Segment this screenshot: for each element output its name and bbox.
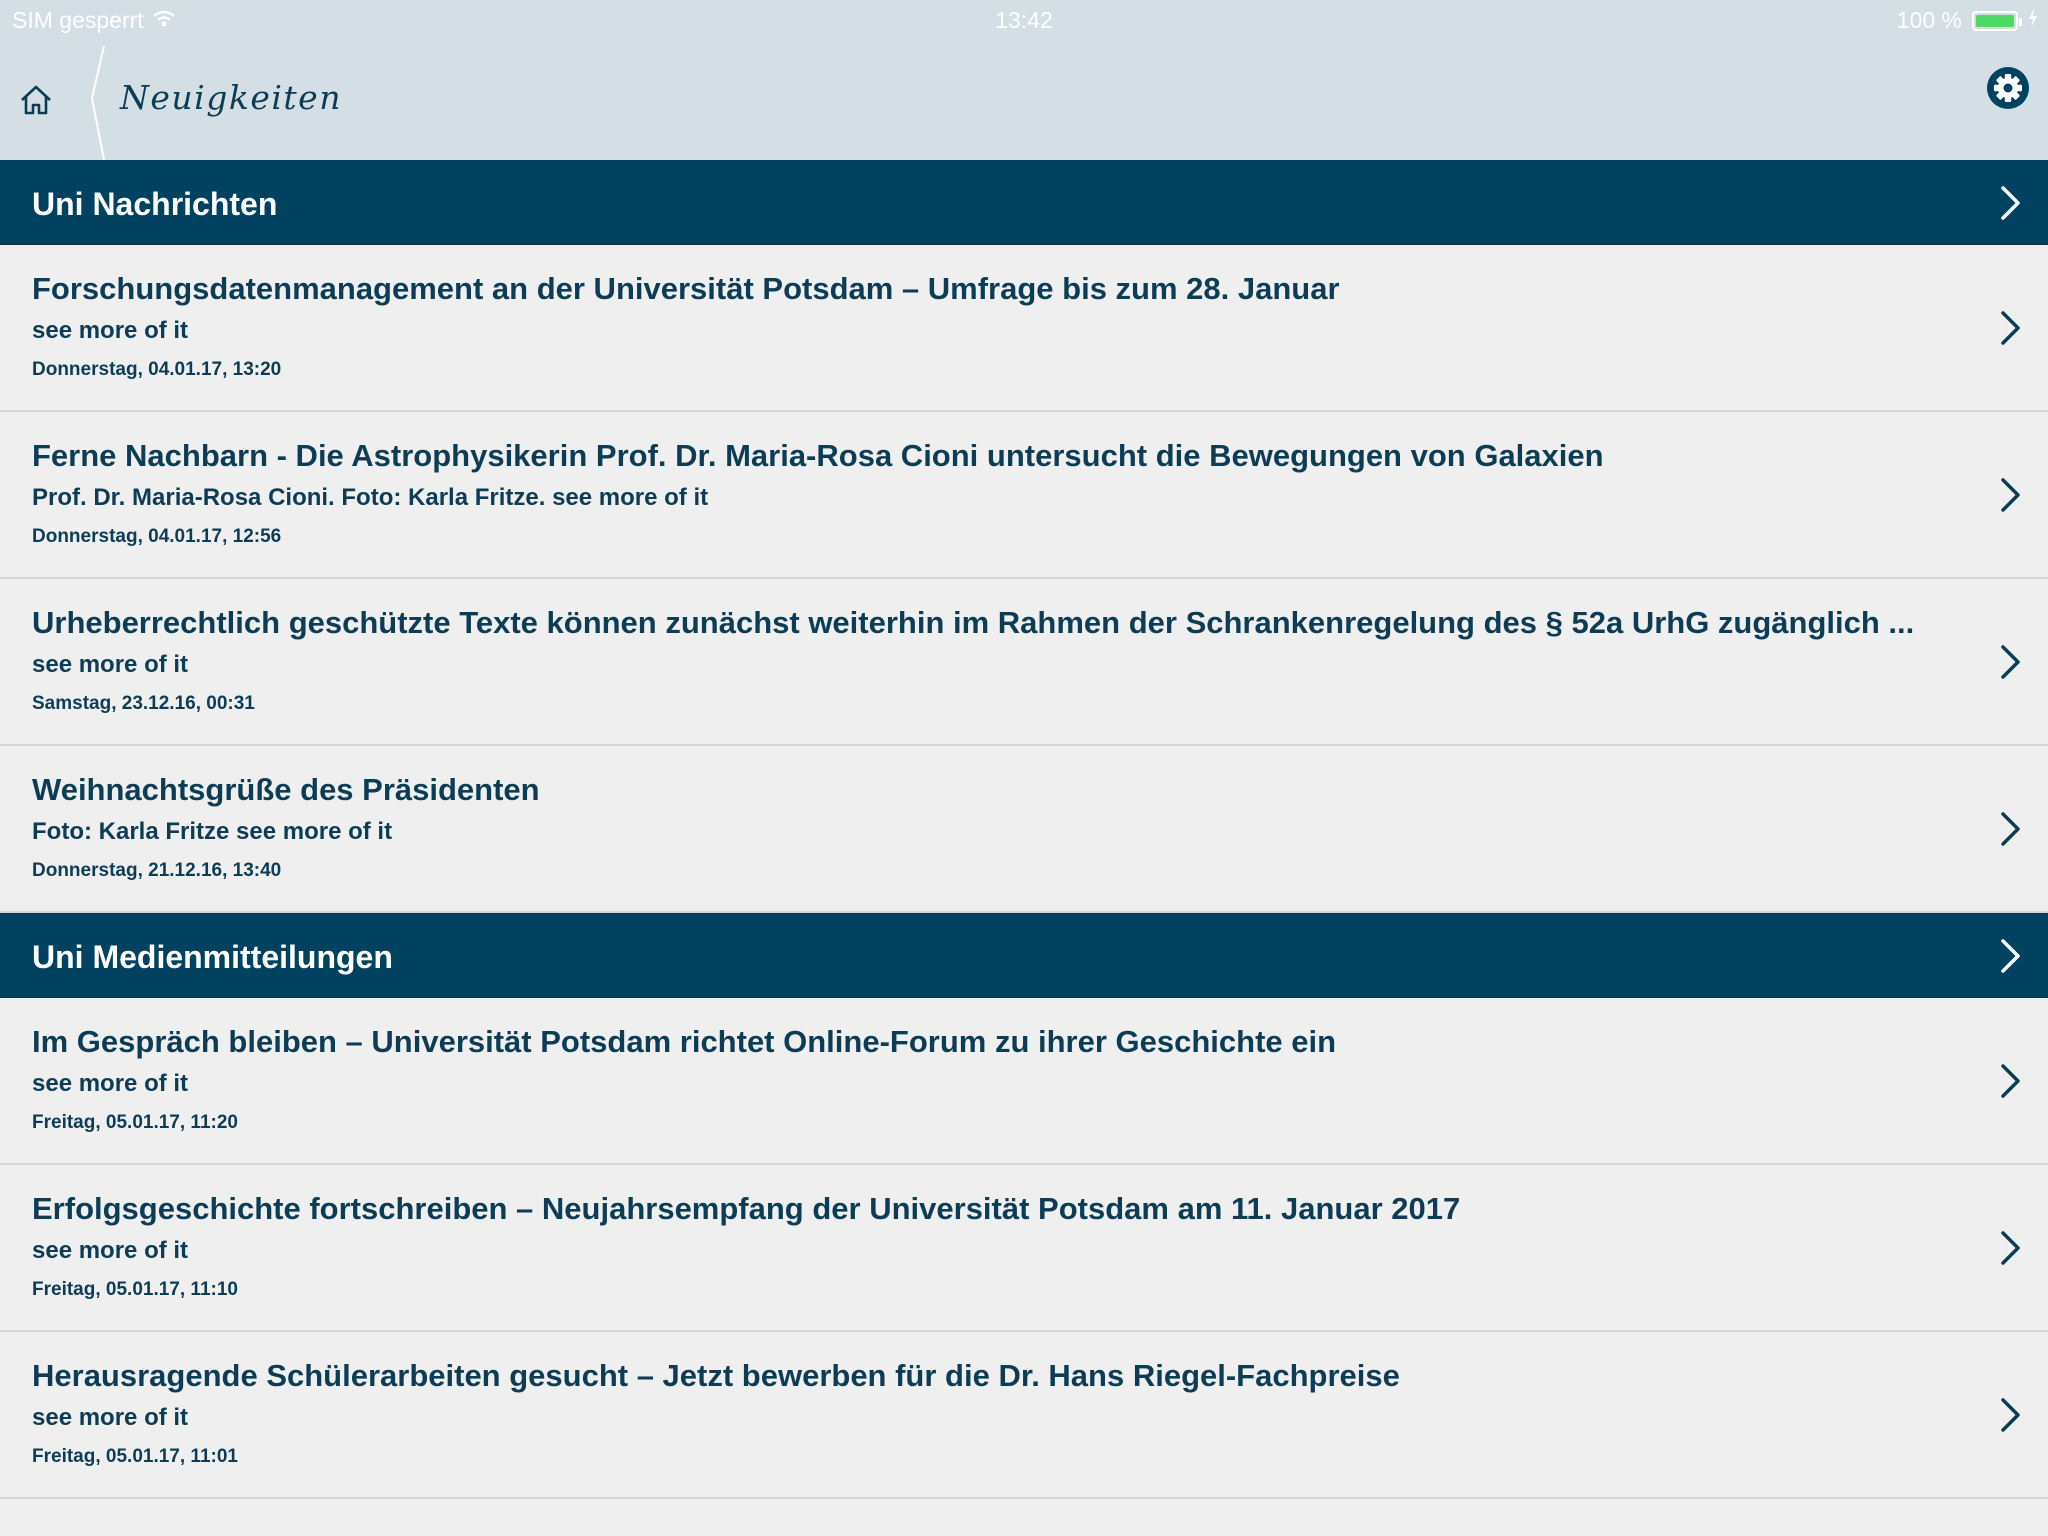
news-item[interactable]: Weihnachtsgrüße des Präsidenten Foto: Ka… [0, 746, 2048, 913]
home-button[interactable] [16, 80, 56, 120]
home-icon [21, 85, 51, 115]
news-date: Donnerstag, 04.01.17, 13:20 [32, 359, 282, 380]
section-title: Uni Medienmitteilungen [32, 939, 393, 975]
news-title: Weihnachtsgrüße des Präsidenten [32, 772, 540, 807]
status-right: 100 % [1897, 7, 2038, 34]
news-item-partial[interactable] [0, 1499, 2048, 1536]
chevron-right-icon [2001, 478, 2020, 512]
battery-icon [1972, 10, 2022, 31]
news-date: Samstag, 23.12.16, 00:31 [32, 693, 255, 714]
news-subtitle: see more of it [32, 1237, 189, 1264]
settings-button[interactable] [1986, 66, 2030, 110]
battery-percent: 100 % [1896, 7, 1962, 33]
section-header-uni-nachrichten[interactable]: Uni Nachrichten [0, 160, 2048, 245]
news-subtitle: see more of it [32, 651, 189, 678]
section-header-uni-medienmitteilungen[interactable]: Uni Medienmitteilungen [0, 913, 2048, 998]
status-bar: SIM gesperrt 13:42 100 % [0, 0, 2048, 40]
news-date: Donnerstag, 21.12.16, 13:40 [32, 860, 282, 881]
chevron-right-icon [2001, 186, 2020, 220]
breadcrumb-divider [90, 46, 105, 160]
chevron-right-icon [2001, 645, 2020, 679]
news-item[interactable]: Forschungsdatenmanagement an der Univers… [0, 245, 2048, 412]
news-date: Donnerstag, 04.01.17, 12:56 [32, 526, 282, 547]
chevron-right-icon [2001, 812, 2020, 846]
news-date: Freitag, 05.01.17, 11:10 [32, 1279, 238, 1300]
news-list: Uni Nachrichten Forschungsdatenmanagemen… [0, 160, 2048, 1536]
news-item[interactable]: Erfolgsgeschichte fortschreiben – Neujah… [0, 1165, 2048, 1332]
news-subtitle: see more of it [32, 1070, 189, 1097]
top-bar: SIM gesperrt 13:42 100 % Neuigkeiten [0, 0, 2048, 160]
news-title: Ferne Nachbarn - Die Astrophysikerin Pro… [32, 438, 1604, 473]
nav-bar: Neuigkeiten [0, 40, 2048, 160]
news-subtitle: see more of it [32, 317, 189, 344]
news-date: Freitag, 05.01.17, 11:01 [32, 1446, 238, 1467]
charging-icon [2028, 7, 2038, 34]
news-subtitle: Prof. Dr. Maria-Rosa Cioni. Foto: Karla … [32, 484, 709, 511]
page-title: Neuigkeiten [120, 78, 342, 117]
news-title: Erfolgsgeschichte fortschreiben – Neujah… [32, 1191, 1461, 1226]
news-item[interactable]: Im Gespräch bleiben – Universität Potsda… [0, 998, 2048, 1165]
chevron-right-icon [2001, 1398, 2020, 1432]
news-title: Im Gespräch bleiben – Universität Potsda… [32, 1024, 1337, 1059]
chevron-right-icon [2001, 939, 2020, 973]
news-item[interactable]: Ferne Nachbarn - Die Astrophysikerin Pro… [0, 412, 2048, 579]
news-subtitle: see more of it [32, 1404, 189, 1431]
news-date: Freitag, 05.01.17, 11:20 [32, 1112, 238, 1133]
news-item[interactable]: Herausragende Schülerarbeiten gesucht – … [0, 1332, 2048, 1499]
chevron-right-icon [2001, 311, 2020, 345]
section-title: Uni Nachrichten [32, 186, 278, 222]
chevron-right-icon [2001, 1231, 2020, 1265]
news-title: Herausragende Schülerarbeiten gesucht – … [32, 1358, 1400, 1393]
gear-icon [1987, 67, 2029, 109]
chevron-right-icon [2001, 1064, 2020, 1098]
news-title: Urheberrechtlich geschützte Texte können… [32, 605, 1915, 640]
status-time: 13:42 [995, 7, 1053, 33]
news-item[interactable]: Urheberrechtlich geschützte Texte können… [0, 579, 2048, 746]
news-subtitle: Foto: Karla Fritze see more of it [32, 818, 393, 845]
news-title: Forschungsdatenmanagement an der Univers… [32, 271, 1340, 306]
